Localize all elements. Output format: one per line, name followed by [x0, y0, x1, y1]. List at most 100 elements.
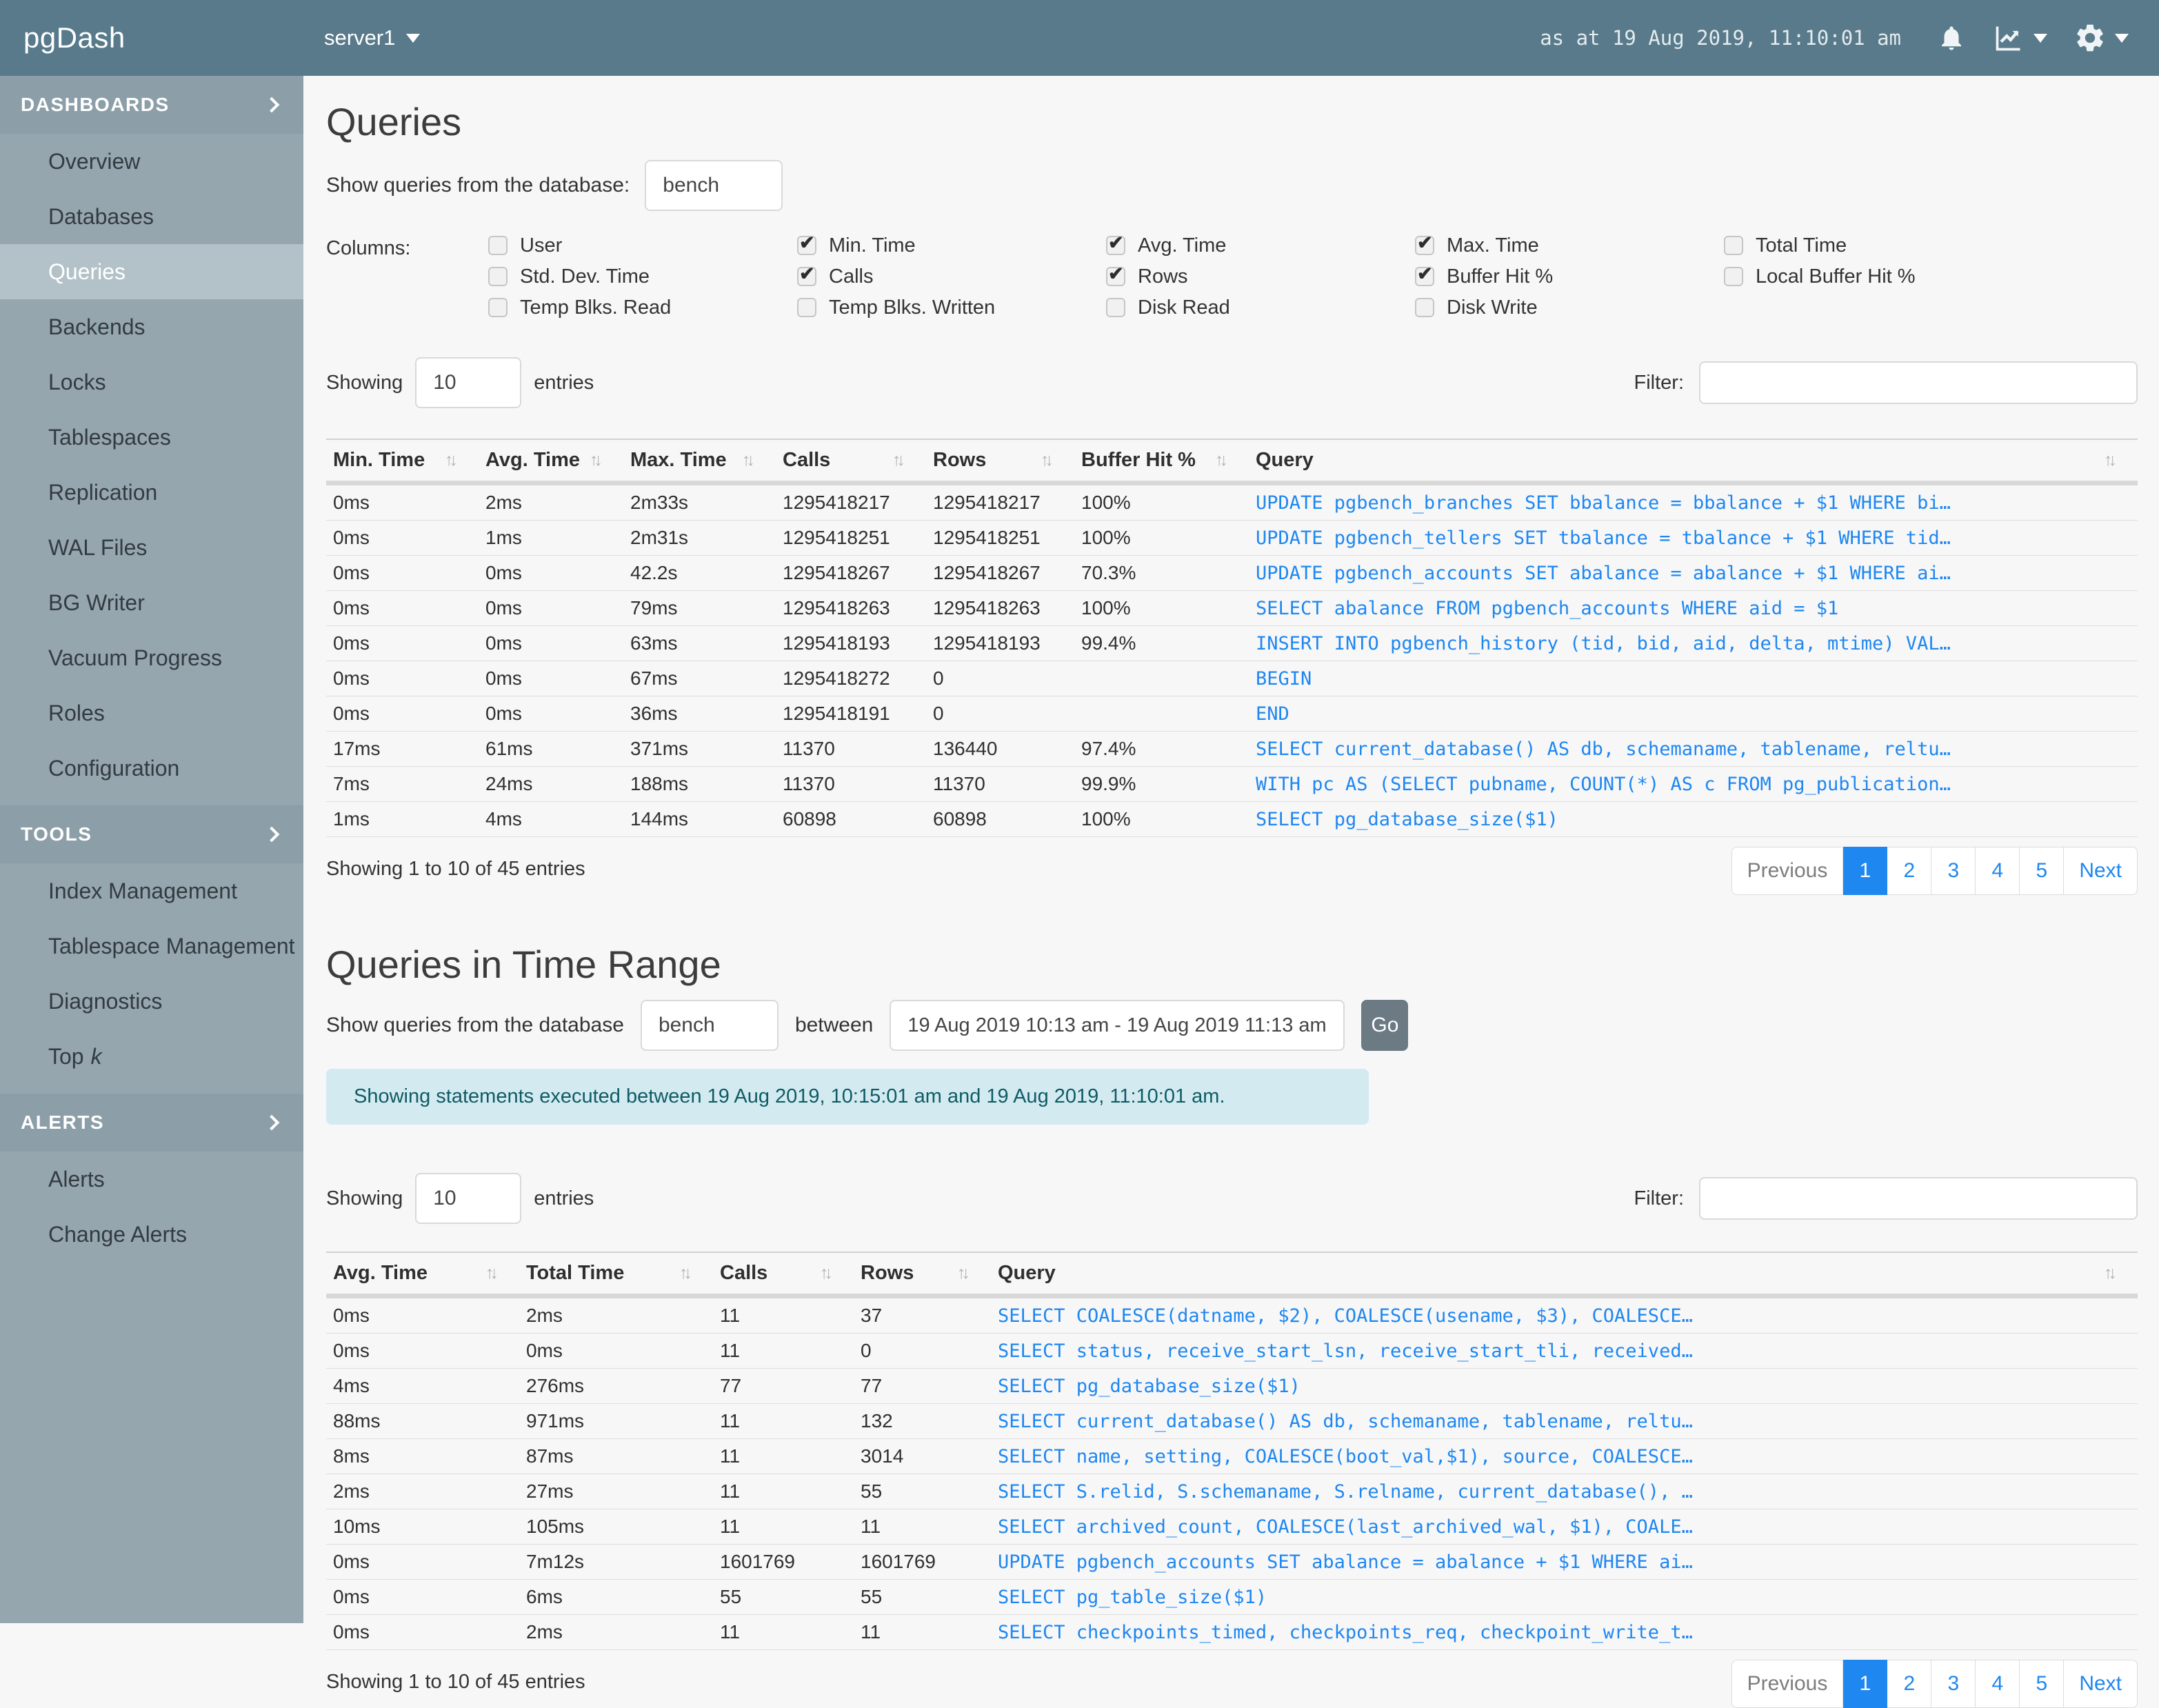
sort-icon[interactable]: ↑↓ [2104, 450, 2117, 470]
checkbox-checked-icon[interactable] [1106, 263, 1125, 286]
sort-icon[interactable]: ↑↓ [742, 450, 755, 470]
sort-icon[interactable]: ↑↓ [2104, 1263, 2117, 1283]
sidebar-item-diagnostics[interactable]: Diagnostics [0, 974, 303, 1029]
column-checkbox-user[interactable]: User [488, 234, 671, 257]
sort-icon[interactable]: ↑↓ [957, 1263, 970, 1283]
filter-input-2[interactable] [1699, 1177, 2138, 1220]
checkbox-checked-icon[interactable] [1415, 263, 1434, 286]
sort-icon[interactable]: ↑↓ [445, 450, 458, 470]
query-link[interactable]: UPDATE pgbench_tellers SET tbalance = tb… [1256, 528, 1951, 549]
checkbox-checked-icon[interactable] [797, 263, 816, 286]
query-link[interactable]: BEGIN [1256, 668, 1312, 690]
column-checkbox-temp-blks-written[interactable]: Temp Blks. Written [797, 297, 995, 319]
checkbox-unchecked-icon[interactable] [1106, 298, 1125, 317]
sidebar-item-alerts[interactable]: Alerts [0, 1152, 303, 1207]
sidebar-item-replication[interactable]: Replication [0, 465, 303, 520]
column-header-calls[interactable]: Calls ↑↓ [713, 1252, 854, 1298]
checkbox-checked-icon[interactable] [797, 232, 816, 255]
column-checkbox-disk-read[interactable]: Disk Read [1106, 297, 1230, 319]
query-link[interactable]: SELECT S.relid, S.schemaname, S.relname,… [998, 1481, 1693, 1503]
sidebar-item-wal-files[interactable]: WAL Files [0, 520, 303, 575]
query-link[interactable]: SELECT pg_database_size($1) [1256, 809, 1558, 830]
column-header-query[interactable]: Query ↑↓ [1249, 439, 2138, 485]
sidebar-section-header-alerts[interactable]: ALERTS [0, 1094, 303, 1152]
pagination-previous[interactable]: Previous [1731, 1660, 1844, 1708]
database-input-2[interactable] [640, 1000, 779, 1051]
pagination-page-4[interactable]: 4 [1976, 1660, 2020, 1708]
settings-gear-dropdown[interactable] [2073, 21, 2129, 54]
sidebar-item-change-alerts[interactable]: Change Alerts [0, 1207, 303, 1262]
sidebar-section-header-tools[interactable]: TOOLS [0, 805, 303, 863]
column-checkbox-buffer-hit[interactable]: Buffer Hit % [1415, 263, 1553, 288]
go-button[interactable]: Go [1361, 1000, 1409, 1051]
checkbox-unchecked-icon[interactable] [488, 267, 508, 286]
query-link[interactable]: SELECT checkpoints_timed, checkpoints_re… [998, 1622, 1693, 1643]
column-header-rows[interactable]: Rows ↑↓ [854, 1252, 991, 1298]
query-link[interactable]: SELECT COALESCE(datname, $2), COALESCE(u… [998, 1305, 1693, 1327]
column-checkbox-calls[interactable]: Calls [797, 263, 995, 288]
query-link[interactable]: UPDATE pgbench_accounts SET abalance = a… [998, 1551, 1693, 1573]
checkbox-unchecked-icon[interactable] [1415, 298, 1434, 317]
column-checkbox-rows[interactable]: Rows [1106, 263, 1230, 288]
column-checkbox-total-time[interactable]: Total Time [1724, 234, 1916, 257]
pagination-page-4[interactable]: 4 [1976, 847, 2020, 895]
column-checkbox-avg-time[interactable]: Avg. Time [1106, 232, 1230, 257]
app-logo[interactable]: pgDash [23, 21, 125, 54]
pagination-page-5[interactable]: 5 [2020, 847, 2065, 895]
checkbox-checked-icon[interactable] [1106, 232, 1125, 255]
sidebar-item-overview[interactable]: Overview [0, 134, 303, 189]
sidebar-item-roles[interactable]: Roles [0, 685, 303, 741]
pagination-next[interactable]: Next [2064, 1660, 2138, 1708]
checkbox-unchecked-icon[interactable] [797, 298, 816, 317]
sidebar-item-databases[interactable]: Databases [0, 189, 303, 244]
column-header-max-time[interactable]: Max. Time ↑↓ [623, 439, 776, 485]
checkbox-checked-icon[interactable] [1415, 232, 1434, 255]
entries-count-input-2[interactable] [415, 1173, 522, 1224]
pagination-next[interactable]: Next [2064, 847, 2138, 895]
column-header-query[interactable]: Query ↑↓ [991, 1252, 2138, 1298]
entries-count-input[interactable] [415, 357, 522, 408]
column-checkbox-min-time[interactable]: Min. Time [797, 232, 995, 257]
pagination-page-1[interactable]: 1 [1843, 847, 1888, 895]
column-checkbox-std-dev-time[interactable]: Std. Dev. Time [488, 265, 671, 288]
column-checkbox-temp-blks-read[interactable]: Temp Blks. Read [488, 297, 671, 319]
charts-menu-dropdown[interactable] [1992, 23, 2047, 53]
query-link[interactable]: UPDATE pgbench_accounts SET abalance = a… [1256, 563, 1951, 584]
sort-icon[interactable]: ↑↓ [679, 1263, 692, 1283]
column-checkbox-max-time[interactable]: Max. Time [1415, 232, 1553, 257]
sort-icon[interactable]: ↑↓ [485, 1263, 499, 1283]
pagination-page-5[interactable]: 5 [2020, 1660, 2065, 1708]
database-input[interactable] [645, 160, 783, 211]
server-dropdown[interactable]: server1 [324, 26, 421, 50]
column-header-rows[interactable]: Rows ↑↓ [926, 439, 1074, 485]
sidebar-item-locks[interactable]: Locks [0, 354, 303, 410]
sidebar-section-header-dashboards[interactable]: DASHBOARDS [0, 76, 303, 134]
column-header-min-time[interactable]: Min. Time ↑↓ [326, 439, 479, 485]
query-link[interactable]: SELECT name, setting, COALESCE(boot_val,… [998, 1446, 1693, 1467]
sort-icon[interactable]: ↑↓ [1041, 450, 1054, 470]
sidebar-item-topk[interactable]: Top k [0, 1029, 303, 1084]
query-link[interactable]: INSERT INTO pgbench_history (tid, bid, a… [1256, 633, 1951, 654]
sidebar-item-configuration[interactable]: Configuration [0, 741, 303, 796]
pagination-page-1[interactable]: 1 [1843, 1660, 1888, 1708]
sort-icon[interactable]: ↑↓ [1215, 450, 1228, 470]
column-header-buffer-hit[interactable]: Buffer Hit % ↑↓ [1074, 439, 1249, 485]
time-range-input[interactable] [890, 1000, 1345, 1051]
checkbox-unchecked-icon[interactable] [1724, 236, 1743, 255]
pagination-page-2[interactable]: 2 [1887, 847, 1932, 895]
query-link[interactable]: SELECT pg_database_size($1) [998, 1376, 1301, 1397]
column-checkbox-local-buffer-hit[interactable]: Local Buffer Hit % [1724, 265, 1916, 288]
sidebar-item-index-management[interactable]: Index Management [0, 863, 303, 918]
sort-icon[interactable]: ↑↓ [590, 450, 603, 470]
checkbox-unchecked-icon[interactable] [488, 236, 508, 255]
query-link[interactable]: WITH pc AS (SELECT pubname, COUNT(*) AS … [1256, 774, 1951, 795]
column-checkbox-disk-write[interactable]: Disk Write [1415, 297, 1553, 319]
query-link[interactable]: END [1256, 703, 1289, 725]
notifications-bell-icon[interactable] [1937, 22, 1966, 54]
query-link[interactable]: SELECT current_database() AS db, scheman… [998, 1411, 1693, 1432]
sidebar-item-tablespaces[interactable]: Tablespaces [0, 410, 303, 465]
pagination-page-2[interactable]: 2 [1887, 1660, 1932, 1708]
sidebar-item-bg-writer[interactable]: BG Writer [0, 575, 303, 630]
sidebar-item-tablespace-management[interactable]: Tablespace Management [0, 918, 303, 974]
column-header-calls[interactable]: Calls ↑↓ [776, 439, 926, 485]
